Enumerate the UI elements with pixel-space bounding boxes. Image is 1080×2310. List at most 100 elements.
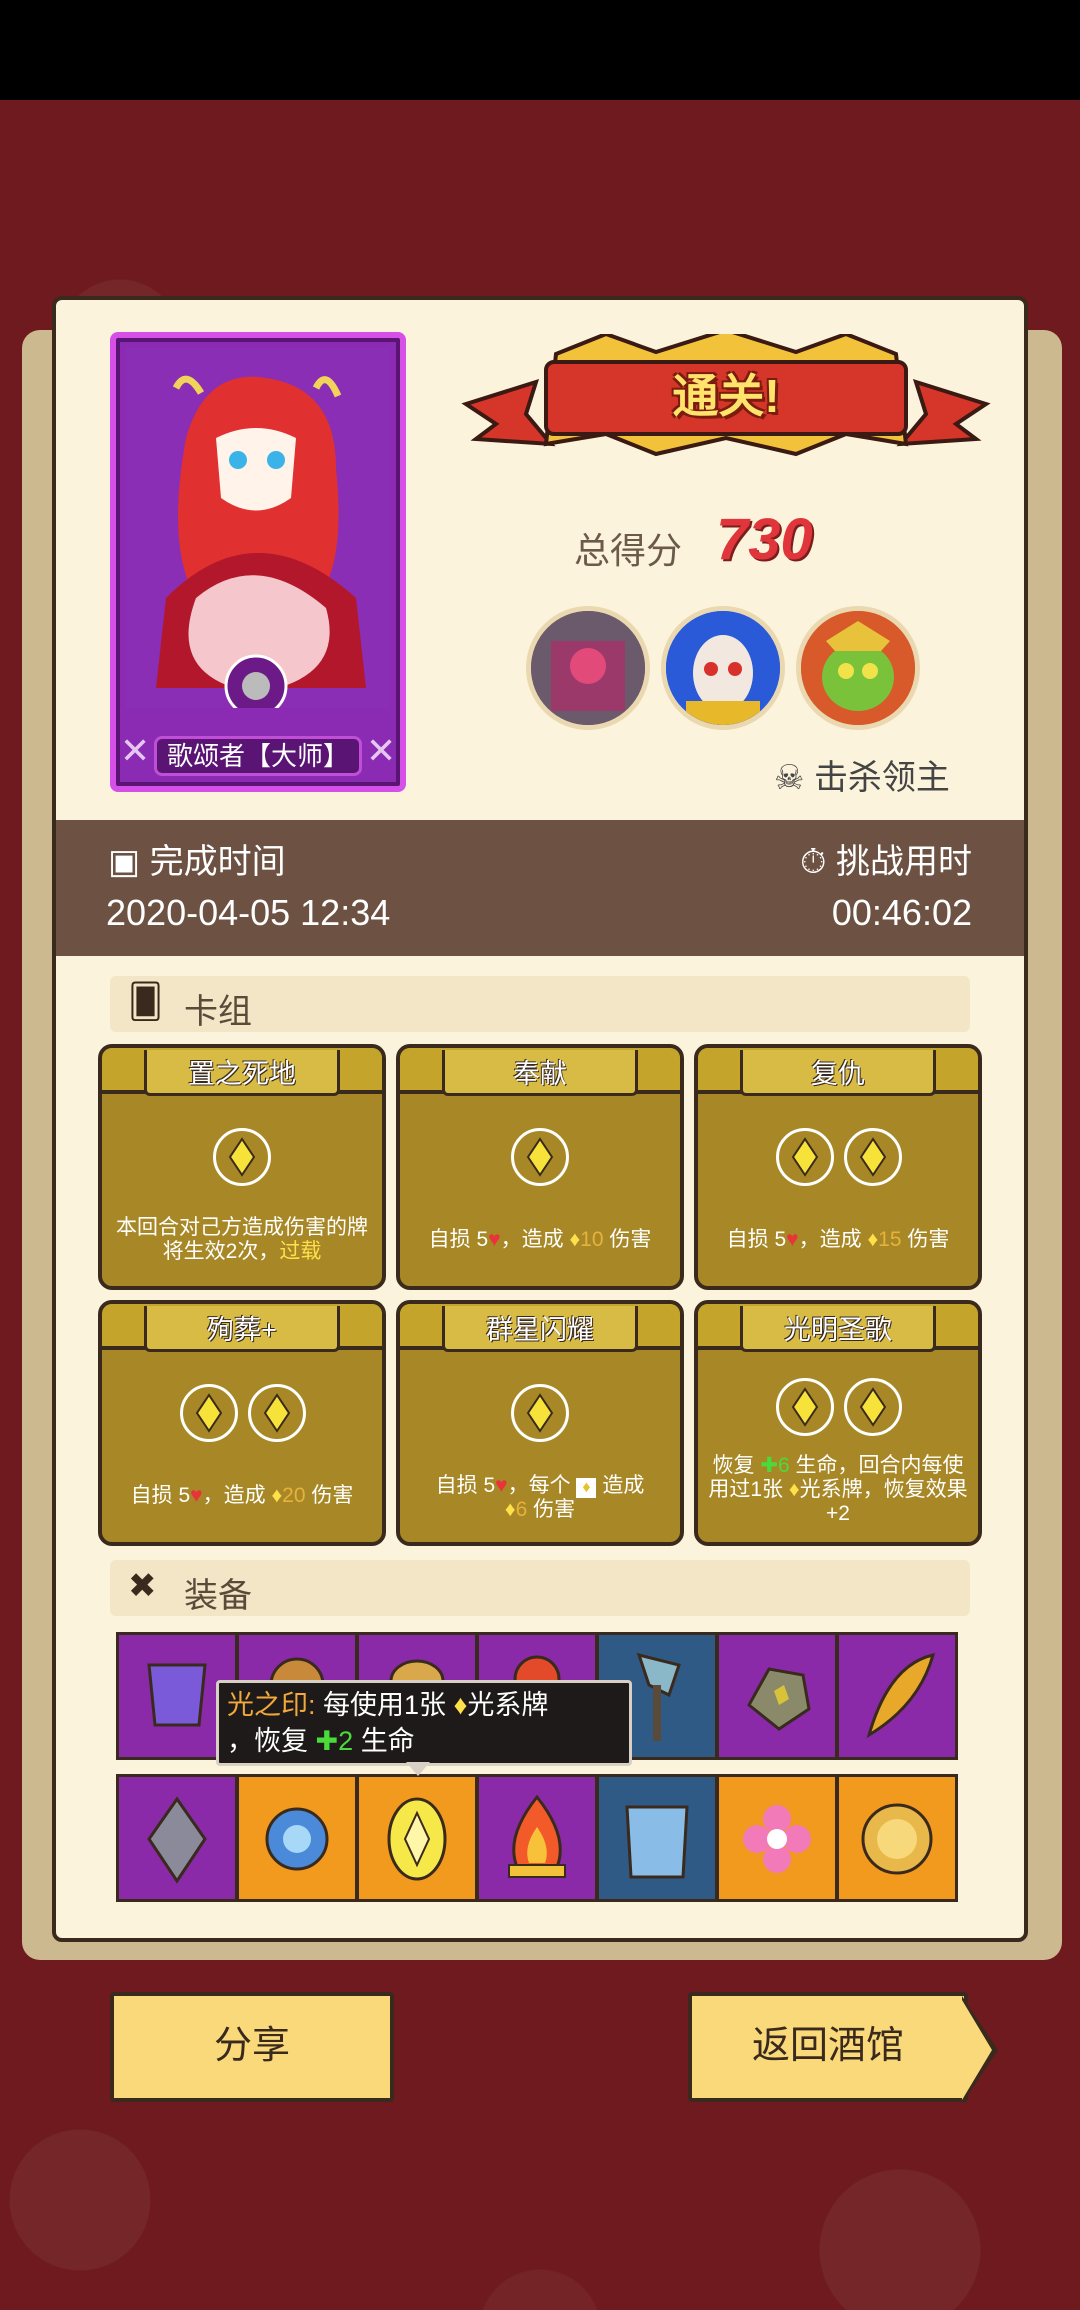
completion-time-value: 2020-04-05 12:34: [106, 892, 391, 933]
score-value: 730: [716, 507, 813, 572]
time-band: ▣ 完成时间 2020-04-05 12:34 ⏱ 挑战用时 00:46:02: [56, 820, 1024, 956]
card-description: 本回合对己方造成伤害的牌将生效2次，过载: [108, 1216, 376, 1264]
skull-icon: ☠: [774, 759, 814, 797]
chest-armor-icon[interactable]: [596, 1774, 718, 1902]
deck-section-header: 🂠 卡组: [110, 976, 970, 1032]
result-panel: ✕ ✕ 歌颂者【大师】 通关! 总得分 730 ☠ 击杀领主 ▣ 完成时间 20…: [52, 296, 1028, 1942]
light-card-icon: ♦: [576, 1478, 597, 1498]
tooltip-text: 光系牌: [467, 1690, 549, 1720]
card-description: 自损 5♥，造成 ♦20 伤害: [108, 1484, 376, 1508]
desc-text: 伤害: [533, 1498, 576, 1521]
desc-number: 10: [580, 1228, 604, 1251]
heart-icon: ♥: [786, 1228, 799, 1251]
hero-card[interactable]: ✕ ✕ 歌颂者【大师】: [110, 332, 406, 792]
light-seal-icon[interactable]: [356, 1774, 478, 1902]
card-description: 自损 5♥，造成 ♦10 伤害: [406, 1228, 674, 1252]
tooltip-pointer: [406, 1762, 430, 1776]
deck-card-4[interactable]: 殉葬+ 自损 5♥，造成 ♦20 伤害: [98, 1300, 386, 1546]
film-icon: ▣: [108, 843, 150, 881]
tooltip-text: 每使用1张: [323, 1690, 447, 1720]
spiked-orb-icon[interactable]: [236, 1774, 358, 1902]
light-gem-icon: [776, 1128, 834, 1186]
light-gem-icon: [844, 1128, 902, 1186]
desc-text: ，造成: [202, 1484, 266, 1507]
tooltip-item-name: 光之印:: [227, 1690, 316, 1720]
crystal-icon[interactable]: [116, 1774, 238, 1902]
light-gem-icon: [248, 1384, 306, 1442]
deck-card-2[interactable]: 奉献 自损 5♥，造成 ♦10 伤害: [396, 1044, 684, 1290]
flower-icon[interactable]: [716, 1774, 838, 1902]
tooltip-text: 生命: [360, 1726, 415, 1756]
deck-card-3[interactable]: 复仇 自损 5♥，造成 ♦15 伤害: [694, 1044, 982, 1290]
equipment-title: 装备: [184, 1577, 252, 1615]
equipment-section-header: ✖ 装备: [110, 1560, 970, 1616]
boss-portrait-1[interactable]: [526, 606, 650, 730]
equipment-tooltip: 光之印: 每使用1张 ♦光系牌 ，恢复 ✚2 生命: [216, 1680, 632, 1766]
light-gem-icon: [511, 1384, 569, 1442]
heart-icon: ♥: [190, 1484, 203, 1507]
boss-portrait-3[interactable]: [796, 606, 920, 730]
light-gem-icon: [776, 1378, 834, 1436]
bone-cross-icon: ✖: [128, 1567, 157, 1605]
stopwatch-icon: ⏱: [800, 843, 836, 881]
heart-icon: ♥: [495, 1474, 508, 1497]
light-gem-icon: [180, 1384, 238, 1442]
gem-small-icon: ♦: [453, 1690, 468, 1720]
completion-time-label: ▣ 完成时间: [108, 834, 286, 883]
cards-icon: 🂠: [128, 983, 163, 1021]
light-gem-icon: [511, 1128, 569, 1186]
desc-text: 自损 5: [130, 1484, 191, 1507]
desc-number: 20: [282, 1484, 306, 1507]
desc-text: 本回合对己方造成伤害的牌将生效2次，: [116, 1216, 368, 1263]
bone-ornament-left: ✕: [120, 730, 151, 771]
desc-text: 恢复: [712, 1454, 755, 1477]
desc-number: 6: [515, 1498, 528, 1521]
deck-card-5[interactable]: 群星闪耀 自损 5♥，每个 ♦ 造成 ♦6 伤害: [396, 1300, 684, 1546]
tooltip-number: 2: [338, 1726, 354, 1756]
hero-name: 歌颂者【大师】: [154, 736, 362, 776]
gem-small-icon: ♦: [867, 1228, 879, 1251]
bone-ornament-right: ✕: [366, 730, 397, 771]
equipment-row-2: [116, 1774, 988, 1902]
desc-text: 光系牌，恢复效果+2: [799, 1478, 968, 1525]
challenge-time-value: 00:46:02: [831, 892, 972, 933]
challenge-time-label: ⏱ 挑战用时: [800, 834, 972, 883]
hero-portrait: [126, 348, 390, 708]
card-description: 自损 5♥，造成 ♦15 伤害: [704, 1228, 972, 1252]
victory-title: 通关!: [672, 370, 780, 422]
desc-text: 伤害: [609, 1228, 652, 1251]
deck-title: 卡组: [184, 993, 252, 1031]
card-name: 殉葬+: [207, 1315, 277, 1345]
desc-text: ，每个: [507, 1474, 571, 1497]
return-tavern-button[interactable]: 返回酒馆: [688, 1992, 968, 2102]
score-label: 总得分: [574, 530, 683, 571]
plus-icon: ✚: [760, 1454, 778, 1477]
challenge-label-text: 挑战用时: [836, 843, 972, 881]
deck-card-6[interactable]: 光明圣歌 恢复 ✚6 生命，回合内每使用过1张 ♦光系牌，恢复效果+2: [694, 1300, 982, 1546]
desc-text: 造成: [602, 1474, 645, 1497]
status-bar: [0, 0, 1080, 100]
gem-small-icon: ♦: [569, 1228, 581, 1251]
desc-text: 伤害: [311, 1484, 354, 1507]
boss-portrait-2[interactable]: [661, 606, 785, 730]
desc-number: 6: [777, 1454, 790, 1477]
victory-ribbon: 通关!: [456, 327, 996, 464]
desc-text: ，造成: [500, 1228, 564, 1251]
share-button[interactable]: 分享: [110, 1992, 394, 2102]
lion-ring-icon[interactable]: [836, 1774, 958, 1902]
feather-icon[interactable]: [836, 1632, 958, 1760]
card-name: 置之死地: [188, 1059, 296, 1089]
card-name: 复仇: [811, 1059, 865, 1089]
desc-text: 伤害: [907, 1228, 950, 1251]
stone-icon[interactable]: [716, 1632, 838, 1760]
completion-label-text: 完成时间: [149, 843, 286, 881]
light-gem-icon: [844, 1378, 902, 1436]
desc-text: 自损 5: [428, 1228, 489, 1251]
card-name: 光明圣歌: [784, 1315, 892, 1345]
card-name: 奉献: [513, 1059, 567, 1089]
desc-text: 自损 5: [435, 1474, 496, 1497]
desc-text: 自损 5: [726, 1228, 787, 1251]
fire-icon[interactable]: [476, 1774, 598, 1902]
kill-boss-label: ☠ 击杀领主: [774, 750, 950, 799]
deck-card-1[interactable]: 置之死地 本回合对己方造成伤害的牌将生效2次，过载: [98, 1044, 386, 1290]
